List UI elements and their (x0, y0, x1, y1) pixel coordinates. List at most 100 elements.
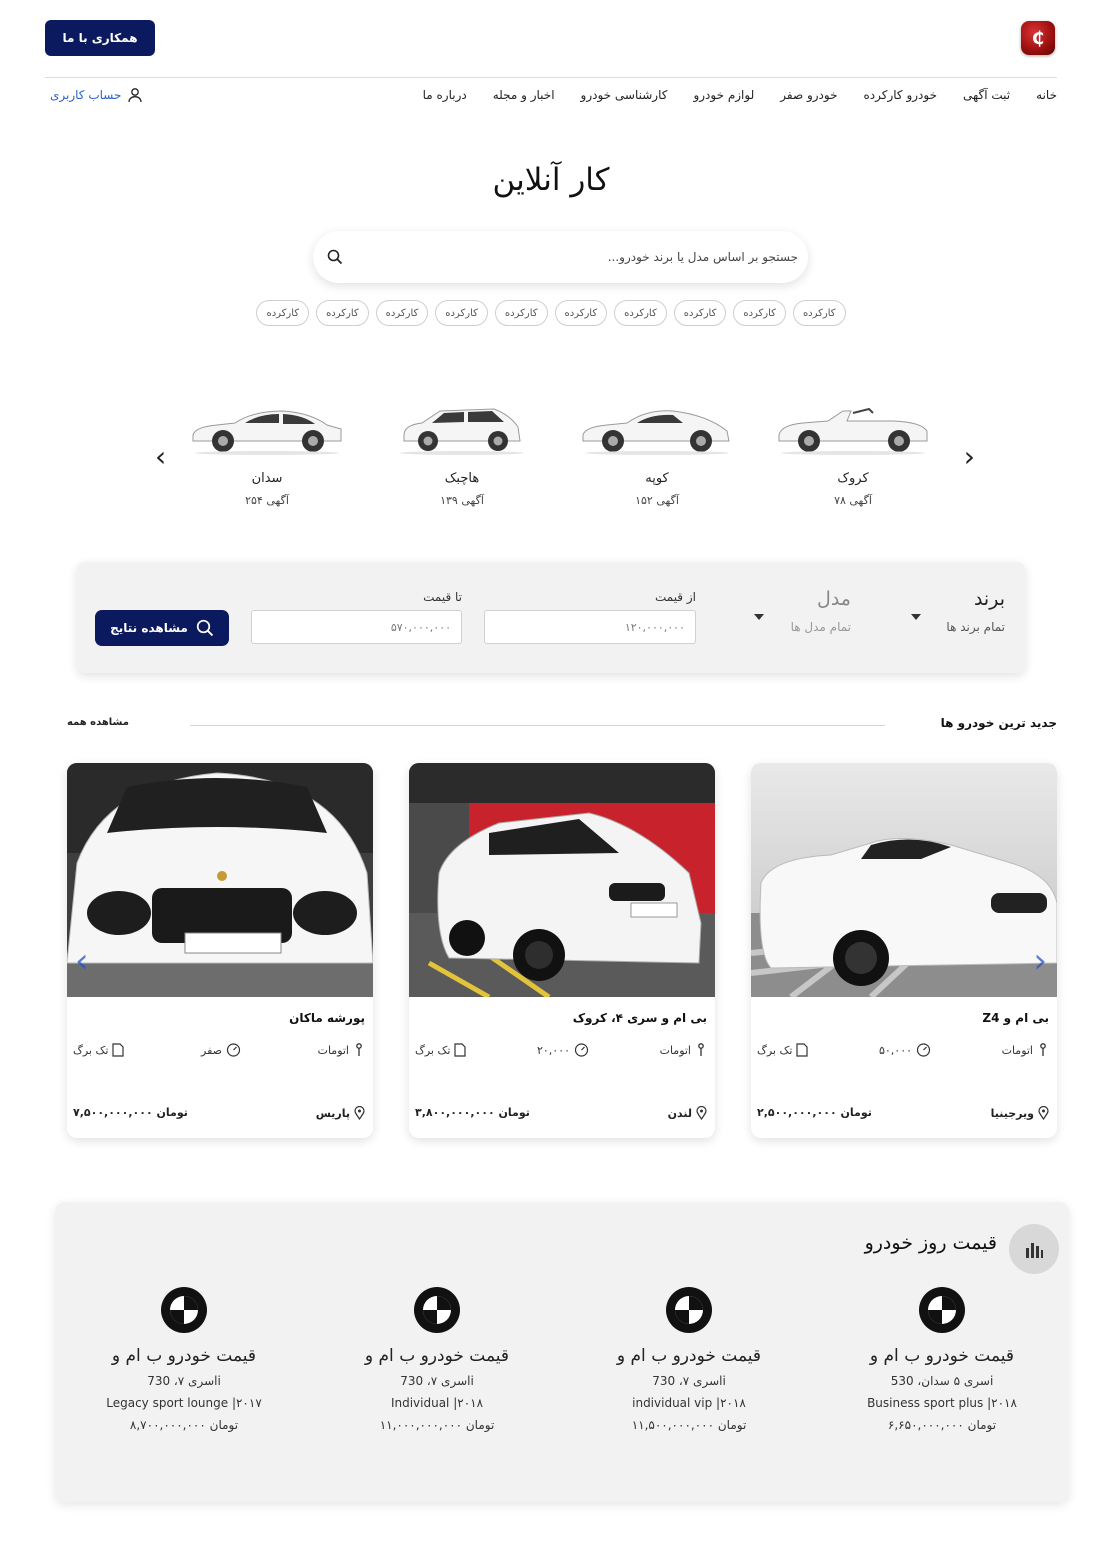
quick-tag[interactable]: کارکرده (435, 300, 488, 326)
speedometer-icon (226, 1043, 241, 1057)
price-item-price: ۶,۶۵۰,۰۰۰,۰۰۰ تومان (887, 1418, 997, 1432)
nav-item-post-ad[interactable]: ثبت آگهی (963, 88, 1010, 108)
gear-shift-icon (698, 1043, 704, 1056)
model-select[interactable]: مدل تمام مدل ها (791, 588, 851, 634)
brand-label: برند (973, 588, 1005, 610)
car-type-hatchback[interactable]: هاچبک ۱۳۹ آگهی (377, 395, 547, 507)
nav-item-used-cars[interactable]: خودرو کارکرده (864, 88, 938, 108)
show-results-label: مشاهده نتایج (110, 621, 188, 635)
car-title: بی ام و سری ۴، کروک (572, 1011, 707, 1025)
price-item-trim: individual vip |۲۰۱۸ (632, 1396, 746, 1410)
chevron-down-icon[interactable] (911, 614, 921, 620)
nav-item-accessories[interactable]: لوازم خودرو (693, 88, 754, 108)
red-c-logo[interactable]: ₵ (1021, 21, 1055, 55)
car-type-convertible[interactable]: کروک ۷۸ آگهی (768, 395, 938, 507)
quick-tag[interactable]: کارکرده (375, 300, 429, 326)
price-from-input[interactable] (484, 610, 696, 644)
gear-spec: اتومات (660, 1043, 707, 1057)
location-pin-icon (696, 1106, 707, 1120)
price-item-price: ۱۱,۵۰۰,۰۰۰,۰۰۰ تومان (631, 1418, 747, 1432)
user-icon (128, 88, 143, 103)
price-item[interactable]: قیمت خودرو ب ام و سری ۷، 730li Legacy sp… (69, 1286, 299, 1432)
price-item-series: سری ۷، 730li (147, 1374, 221, 1388)
gear-spec: اتومات (318, 1043, 365, 1057)
car-card[interactable]: بی ام و سری ۴، کروک اتومات ۲۰,۰۰۰ تک برگ… (409, 763, 715, 1138)
bmw-logo-icon (161, 1287, 207, 1333)
document-spec: تک برگ (73, 1043, 124, 1057)
nav-item-inspection[interactable]: کارشناسی خودرو (581, 88, 668, 108)
car-type-carousel: ‹ › کروک ۷۸ آگهی کوپه ۱۵۲ آگهی هاچبک ۱۳۹… (150, 395, 975, 525)
hero-title: کار آنلاین (492, 162, 610, 198)
chevron-left-icon[interactable]: ‹ (155, 440, 166, 473)
mileage-spec: ۵۰,۰۰۰ (879, 1043, 931, 1057)
see-all-link[interactable]: مشاهده همه (67, 717, 129, 728)
quick-tag[interactable]: کارکرده (733, 300, 786, 326)
car-card-footer: لندن ۳,۸۰۰,۰۰۰,۰۰۰ تومان (415, 1106, 707, 1120)
quick-tag[interactable]: کارکرده (614, 300, 667, 326)
quick-tag[interactable]: کارکرده (316, 300, 369, 326)
document-icon (112, 1043, 124, 1057)
price-item-price: ۱۱,۰۰۰,۰۰۰,۰۰۰ تومان (379, 1418, 495, 1432)
quick-tag[interactable]: کارکرده (673, 300, 727, 326)
car-type-name: کوپه (645, 471, 669, 486)
nav-item-news[interactable]: اخبار و مجله (493, 88, 555, 108)
price-to-input[interactable] (251, 610, 462, 644)
mileage-spec: ۲۰,۰۰۰ (537, 1043, 589, 1057)
chevron-left-icon[interactable]: ‹ (75, 941, 89, 981)
search-icon (196, 619, 214, 637)
nav-item-new-cars[interactable]: خودرو صفر (780, 88, 837, 108)
car-type-sedan[interactable]: سدان ۲۵۴ آگهی (182, 395, 352, 507)
quick-tag[interactable]: کارکرده (494, 300, 548, 326)
car-type-name: کروک (837, 471, 869, 486)
nav-item-about[interactable]: درباره ما (423, 88, 467, 108)
header-divider (45, 77, 1057, 78)
car-card[interactable]: ‹ پورشه ماکان اتومات صفر تک برگ پاریس ۷,… (67, 763, 373, 1138)
car-photo (409, 763, 715, 997)
car-card[interactable]: › بی ام و Z4 اتومات ۵۰,۰۰۰ تک برگ ویرجین… (751, 763, 1057, 1138)
chevron-right-icon[interactable]: › (1033, 941, 1047, 981)
gear-shift-icon (356, 1043, 362, 1056)
quick-tag[interactable]: کارکرده (256, 300, 310, 326)
car-type-count: ۱۳۹ آگهی (440, 494, 484, 507)
price-item[interactable]: قیمت خودرو ب ام و سری ۷، 730li Individua… (322, 1286, 552, 1432)
bmw-logo-icon (414, 1287, 460, 1333)
car-type-coupe[interactable]: کوپه ۱۵۲ آگهی (572, 395, 742, 507)
sedan-car-image (192, 410, 342, 455)
price-item-series: سری ۷، 730li (400, 1374, 474, 1388)
location-pin-icon (354, 1106, 365, 1120)
mileage-spec: صفر (201, 1043, 241, 1057)
price-item[interactable]: قیمت خودرو ب ام و سری ۷، 730li individua… (574, 1286, 804, 1432)
price-item-title: قیمت خودرو ب ام و (616, 1346, 762, 1366)
chevron-down-icon[interactable] (754, 614, 764, 620)
quick-tag[interactable]: کارکرده (554, 300, 608, 326)
city-value: لندن (667, 1106, 692, 1120)
cooperate-button[interactable]: همکاری با ما (45, 20, 155, 56)
porsche-macan-image (67, 763, 373, 997)
car-photo: › (751, 763, 1057, 997)
price-item-series: سری ۷، 730li (652, 1374, 726, 1388)
quick-tags: کارکرده کارکرده کارکرده کارکرده کارکرده … (0, 300, 1102, 326)
show-results-button[interactable]: مشاهده نتایج (95, 610, 229, 646)
price-item-trim: Business sport plus |۲۰۱۸ (867, 1396, 1017, 1410)
model-label: مدل (817, 588, 851, 610)
car-type-name: سدان (251, 471, 283, 486)
account-link[interactable]: حساب کاربری (50, 87, 143, 103)
quick-tag[interactable]: کارکرده (792, 300, 846, 326)
car-location: پاریس (316, 1106, 365, 1120)
main-nav: خانه ثبت آگهی خودرو کارکرده خودرو صفر لو… (423, 88, 1057, 108)
newest-header: جدید ترین خودرو ها مشاهده همه (67, 716, 1057, 736)
gear-shift-icon (1040, 1043, 1046, 1056)
price-item-title: قیمت خودرو ب ام و (111, 1346, 257, 1366)
newest-title: جدید ترین خودرو ها (940, 716, 1057, 730)
price-to-label: تا قیمت (423, 590, 462, 604)
car-card-footer: ویرجینیا ۲,۵۰۰,۰۰۰,۰۰۰ تومان (757, 1106, 1049, 1120)
price-item[interactable]: قیمت خودرو ب ام و سری ۵ سدان، 530i Busin… (827, 1286, 1057, 1432)
bmw-logo-icon (919, 1287, 965, 1333)
nav-item-home[interactable]: خانه (1036, 88, 1057, 108)
search-input[interactable] (343, 250, 798, 264)
price-to: تا قیمت (251, 590, 462, 644)
chevron-right-icon[interactable]: › (964, 440, 975, 473)
search-icon[interactable] (327, 249, 343, 265)
document-value: تک برگ (757, 1043, 793, 1057)
brand-select[interactable]: برند تمام برند ها (946, 588, 1005, 634)
